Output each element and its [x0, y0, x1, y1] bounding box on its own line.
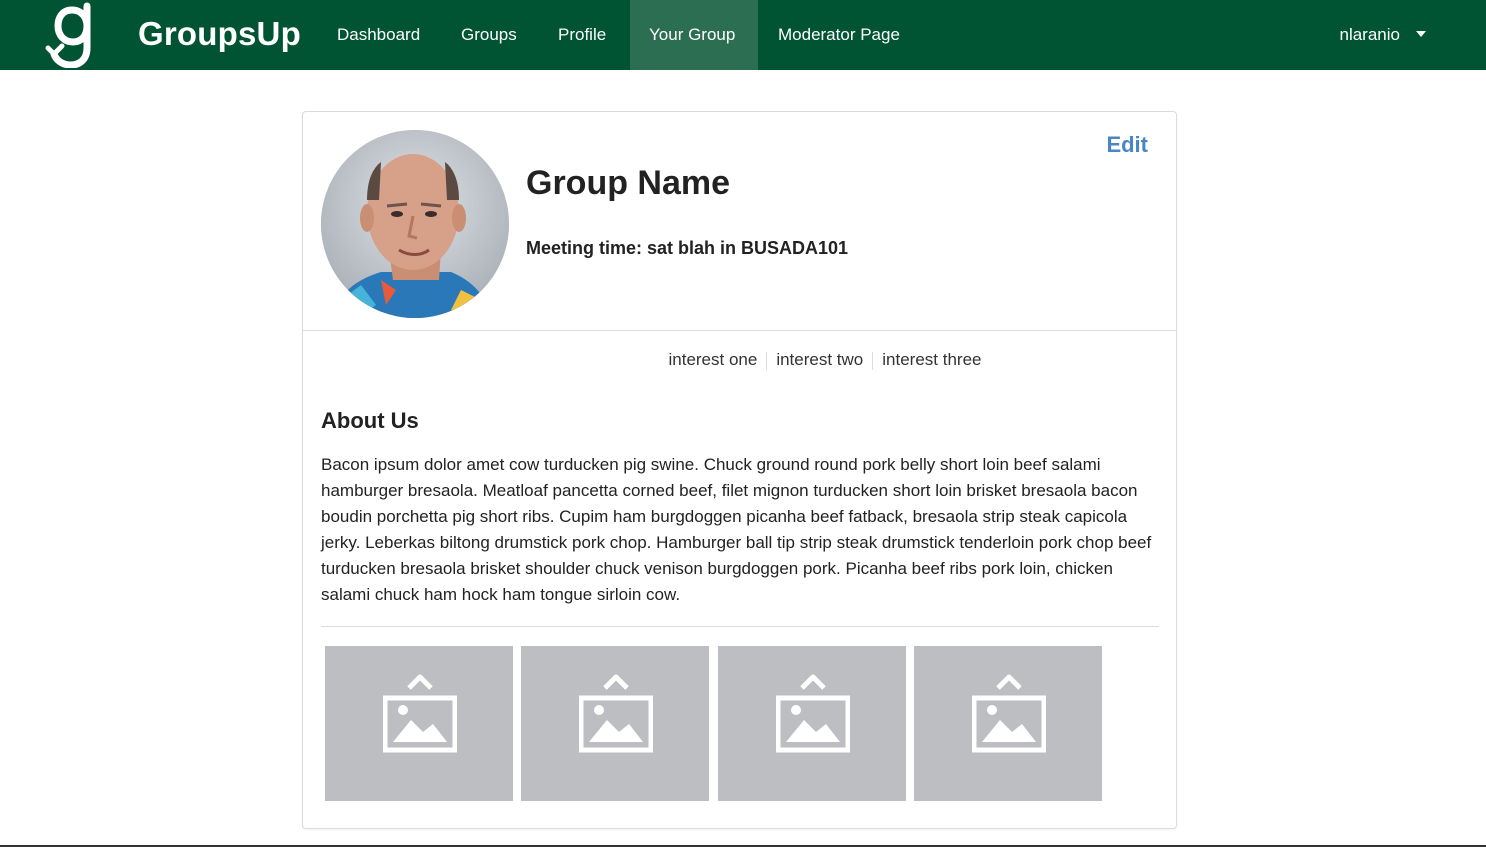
interest-tag: interest two [776, 350, 864, 369]
user-menu[interactable]: nlaranio [1339, 0, 1426, 70]
image-placeholder-icon [383, 674, 457, 753]
image-placeholder-icon [579, 674, 653, 753]
interest-tag: interest one [668, 350, 758, 369]
about-title: About Us [321, 408, 419, 433]
nav-profile[interactable]: Profile [539, 0, 625, 70]
edit-link[interactable]: Edit [1106, 132, 1148, 158]
nav-moderator-page[interactable]: Moderator Page [759, 0, 919, 70]
group-card: Group Name Meeting time: sat blah in BUS… [302, 111, 1177, 829]
divider [303, 330, 1176, 331]
gallery-photo[interactable] [325, 646, 513, 801]
meeting-time: Meeting time: sat blah in BUSADA101 [526, 238, 849, 258]
divider [321, 626, 1159, 627]
group-name: Group Name [526, 164, 731, 202]
gallery-photo[interactable] [718, 646, 906, 801]
photo-gallery [325, 646, 1105, 802]
gallery-photo[interactable] [521, 646, 709, 801]
username: nlaranio [1339, 25, 1401, 44]
interest-tag: interest three [882, 350, 982, 369]
nav-your-group[interactable]: Your Group [630, 0, 758, 70]
about-text: Bacon ipsum dolor amet cow turducken pig… [321, 455, 1152, 604]
brand-title[interactable]: GroupsUp [138, 15, 301, 53]
interests-list: interest one interest two interest three [303, 350, 1131, 370]
nav-groups[interactable]: Groups [442, 0, 536, 70]
group-avatar [321, 130, 509, 318]
top-navbar: GroupsUp Dashboard Groups Profile Your G… [0, 0, 1486, 70]
gallery-photo[interactable] [914, 646, 1102, 801]
groupsup-logo-icon[interactable] [44, 2, 104, 69]
caret-down-icon [1416, 30, 1426, 37]
nav-dashboard[interactable]: Dashboard [318, 0, 439, 70]
image-placeholder-icon [776, 674, 850, 753]
image-placeholder-icon [972, 674, 1046, 753]
